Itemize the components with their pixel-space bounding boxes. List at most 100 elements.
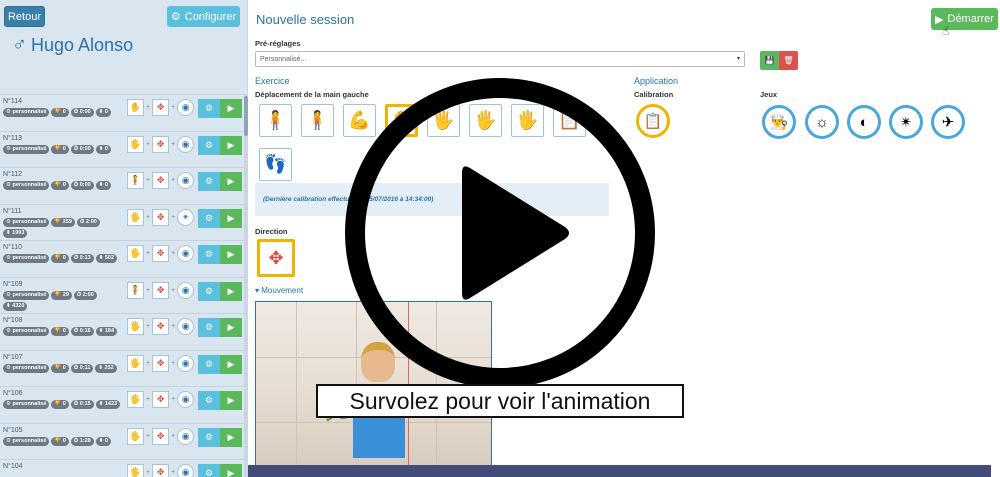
score-tag: 🏆 0 xyxy=(51,181,69,190)
movement-toggle[interactable]: ▾ Mouvement xyxy=(255,286,303,295)
play-overlay-icon[interactable] xyxy=(340,73,660,393)
session-play-button[interactable]: ▶ xyxy=(220,354,242,374)
session-configure-button[interactable]: ⚙ xyxy=(198,391,220,410)
direction-arrows-icon[interactable]: ✥ xyxy=(257,239,295,277)
preset-tag: ⚙ personnalisé xyxy=(3,181,50,190)
session-number: N°112 xyxy=(3,171,23,178)
hand-exercise-icon: ✋ xyxy=(127,99,144,116)
session-row: N°114 ⚙ personnalisé 🏆 0 ⏱ 0:00 ⬍ 0 ✋ + ✥ + ◉ ⚙ ▶ xyxy=(0,94,244,131)
page-title: Nouvelle session xyxy=(256,12,355,27)
duration-tag: ⏱ 1:28 xyxy=(70,436,94,446)
app-icon: ◉ xyxy=(177,464,195,477)
session-tags: ⚙ personnalisé 🏆 0 ⏱ 0:00 ⬍ 0 xyxy=(3,181,123,190)
score-tag-value: 0 xyxy=(62,182,66,188)
game-chef-icon[interactable]: 👨‍🍳 xyxy=(762,105,796,139)
session-play-button[interactable]: ▶ xyxy=(220,391,242,410)
game-plane-icon[interactable]: ✈ xyxy=(931,105,965,139)
reps-tag: ⬍ 0 xyxy=(95,144,111,154)
preset-tag: ⚙ personnalisé xyxy=(3,217,50,227)
session-configure-button[interactable]: ⚙ xyxy=(198,99,220,118)
reps-tag: ⬍ 0 xyxy=(95,436,111,446)
reps-tag-value: 0 xyxy=(104,145,108,152)
session-configure-button[interactable]: ⚙ xyxy=(198,464,220,477)
app-icon: ◉ xyxy=(177,427,195,445)
session-play-button[interactable]: ▶ xyxy=(220,245,242,264)
score-tag-value: 0 xyxy=(62,255,66,261)
duration-tag: ⏱ 0:00 xyxy=(70,144,94,154)
reps-tag-value: 0 xyxy=(104,109,108,115)
session-configure-button[interactable]: ⚙ xyxy=(198,281,220,301)
session-tags: ⚙ personnalisé 🏆 0 ⏱ 0:11 ⬍ 252 xyxy=(3,363,123,373)
presets-select[interactable]: Personnalisé... ▾ xyxy=(255,51,745,67)
preset-tag: ⚙ personnalisé xyxy=(3,108,50,117)
duration-tag-value: 2:00 xyxy=(82,291,94,298)
game-compass-icon[interactable]: ✴ xyxy=(889,105,923,139)
session-tags: ⚙ personnalisé 🏆 259 ⏱ 2:00 ⬍ 1993 xyxy=(3,217,123,238)
session-configure-button[interactable]: ⚙ xyxy=(198,354,220,374)
exercise-feet-icon[interactable]: 👣 xyxy=(259,148,292,181)
tile-line xyxy=(296,302,297,466)
session-configure-button[interactable]: ⚙ xyxy=(198,318,220,337)
save-preset-button[interactable]: 💾 xyxy=(760,51,779,70)
hand-exercise-icon: 🖐 xyxy=(127,464,144,477)
direction-arrows-icon: ✥ xyxy=(152,427,170,445)
session-configure-button[interactable]: ⚙ xyxy=(198,427,220,447)
game-dial-icon[interactable]: ☼ xyxy=(805,105,839,139)
session-exercise-icons: 🖐 + ✥ + ◉ xyxy=(127,245,195,262)
plus-icon: + xyxy=(171,359,176,367)
session-play-button[interactable]: ▶ xyxy=(220,427,242,447)
direction-arrows-icon: ✥ xyxy=(152,318,170,335)
hand-exercise-icon: 🖐 xyxy=(127,354,144,372)
reps-tag-value: 252 xyxy=(104,364,114,371)
session-number: N°111 xyxy=(3,207,22,215)
session-row: N°105 ⚙ personnalisé 🏆 0 ⏱ 1:28 ⬍ 0 🖐 + ✥ + ◉ ⚙ ▶ xyxy=(0,422,244,460)
session-play-button[interactable]: ▶ xyxy=(220,135,242,155)
session-configure-button[interactable]: ⚙ xyxy=(198,245,220,264)
exercise-shoulder-icon[interactable]: 🧍 xyxy=(259,104,292,137)
hand-exercise-icon: 🖐 xyxy=(127,318,144,335)
configure-label: Configurer xyxy=(184,10,237,23)
score-icon: 🏆 xyxy=(54,218,63,225)
back-button[interactable]: Retour xyxy=(4,6,45,27)
session-exercise-icons: 🧍 + ✥ + ◉ xyxy=(127,281,195,299)
delete-preset-button[interactable]: 🗑 xyxy=(779,51,798,70)
reps-tag-value: 1993 xyxy=(12,229,25,236)
score-tag-value: 29 xyxy=(62,291,69,298)
duration-tag-value: 1:28 xyxy=(79,437,91,444)
session-configure-button[interactable]: ⚙ xyxy=(198,172,220,191)
direction-arrows-icon: ✥ xyxy=(152,354,170,372)
session-play-button[interactable]: ▶ xyxy=(220,208,242,228)
reps-tag: ⬍ 184 xyxy=(95,327,118,336)
session-play-button[interactable]: ▶ xyxy=(220,99,242,118)
session-play-button[interactable]: ▶ xyxy=(220,318,242,337)
exercise-torso-icon[interactable]: 🧍 xyxy=(301,104,334,137)
session-tags: ⚙ personnalisé 🏆 29 ⏱ 2:00 ⬍ 4320 xyxy=(3,290,123,311)
session-configure-button[interactable]: ⚙ xyxy=(198,208,220,228)
session-list: N°114 ⚙ personnalisé 🏆 0 ⏱ 0:00 ⬍ 0 ✋ + ✥ + ◉ ⚙ ▶ N°… xyxy=(0,94,244,477)
hand-exercise-icon: 🖐 xyxy=(127,391,144,408)
session-play-button[interactable]: ▶ xyxy=(220,172,242,191)
session-number: N°113 xyxy=(3,134,23,142)
reps-tag: ⬍ 1993 xyxy=(3,228,28,238)
bottom-bar xyxy=(248,465,991,477)
session-number: N°106 xyxy=(3,390,23,397)
preset-tag-value: personnalisé xyxy=(12,182,47,188)
sessions-sidebar: Retour ⚙ Configurer ♂ Hugo Alonso N°114 ⚙… xyxy=(0,0,248,477)
plus-icon: + xyxy=(146,359,151,367)
preset-tag: ⚙ personnalisé xyxy=(3,436,50,446)
score-tag-value: 0 xyxy=(62,328,66,334)
game-bubble-icon[interactable]: ◐ xyxy=(847,105,881,139)
session-exercise-icons: ✋ + ✥ + ◉ xyxy=(127,99,195,116)
direction-arrows-icon: ✥ xyxy=(152,172,170,189)
session-play-button[interactable]: ▶ xyxy=(220,281,242,301)
movement-label: Mouvement xyxy=(261,286,304,295)
session-exercise-icons: 🖐 + ✥ + ◉ xyxy=(127,464,195,477)
score-tag: 🏆 0 xyxy=(51,400,69,409)
session-configure-button[interactable]: ⚙ xyxy=(198,135,220,155)
configure-button[interactable]: ⚙ Configurer xyxy=(167,6,240,27)
plus-icon: + xyxy=(171,250,176,257)
preset-tag-value: personnalisé xyxy=(12,364,47,371)
score-icon: 🏆 xyxy=(54,182,63,188)
session-play-button[interactable]: ▶ xyxy=(220,464,242,477)
reps-tag-value: 0 xyxy=(104,182,108,188)
